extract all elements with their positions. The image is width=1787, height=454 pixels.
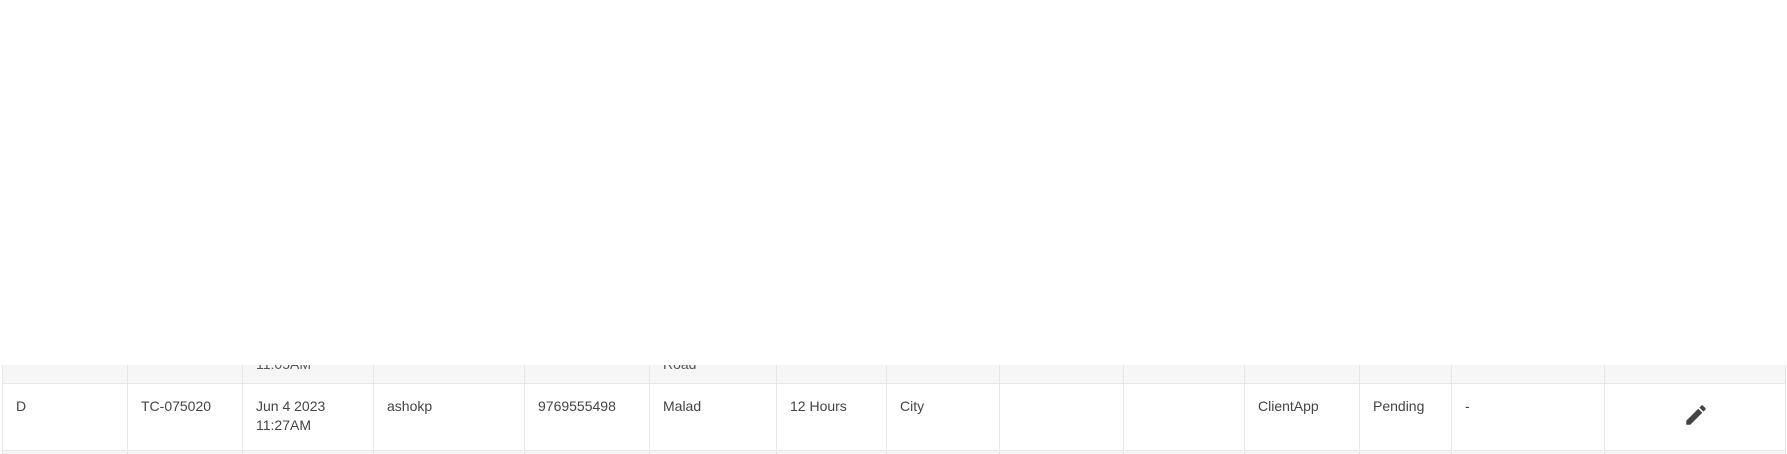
duration-cell: 12 Hours <box>777 384 887 450</box>
source-cell: ClientApp <box>1245 384 1360 450</box>
date-cell: Jun 4 2023 11:27AM <box>243 384 374 450</box>
phone-cell: 9769555498 <box>525 384 650 450</box>
user-cell: ashokp <box>374 384 525 450</box>
date-line: Jun 4 2023 <box>256 398 326 414</box>
date-cell-partial: 11:05AM <box>256 365 311 374</box>
edit-icon <box>1686 405 1706 425</box>
location-cell: Malad <box>650 384 777 450</box>
type-cell: D <box>3 384 128 450</box>
action-cell <box>1605 384 1785 450</box>
empty-cell <box>1000 384 1124 450</box>
table-row: 11:05AM Road <box>3 365 1785 384</box>
data-table: 11:05AM Road D TC-075020 Jun 4 2023 11:2… <box>2 365 1786 454</box>
remarks-cell: - <box>1452 384 1605 450</box>
edit-button[interactable] <box>1680 399 1712 431</box>
empty-cell <box>1124 384 1245 450</box>
area-cell: City <box>887 384 1000 450</box>
time-line: 11:27AM <box>256 417 311 433</box>
table-row: D TC-075020 Jun 4 2023 11:27AM ashokp 97… <box>3 384 1785 451</box>
status-cell: Pending <box>1360 384 1452 450</box>
ticket-id-cell: TC-075020 <box>128 384 243 450</box>
location-cell-partial: Road <box>663 365 696 374</box>
